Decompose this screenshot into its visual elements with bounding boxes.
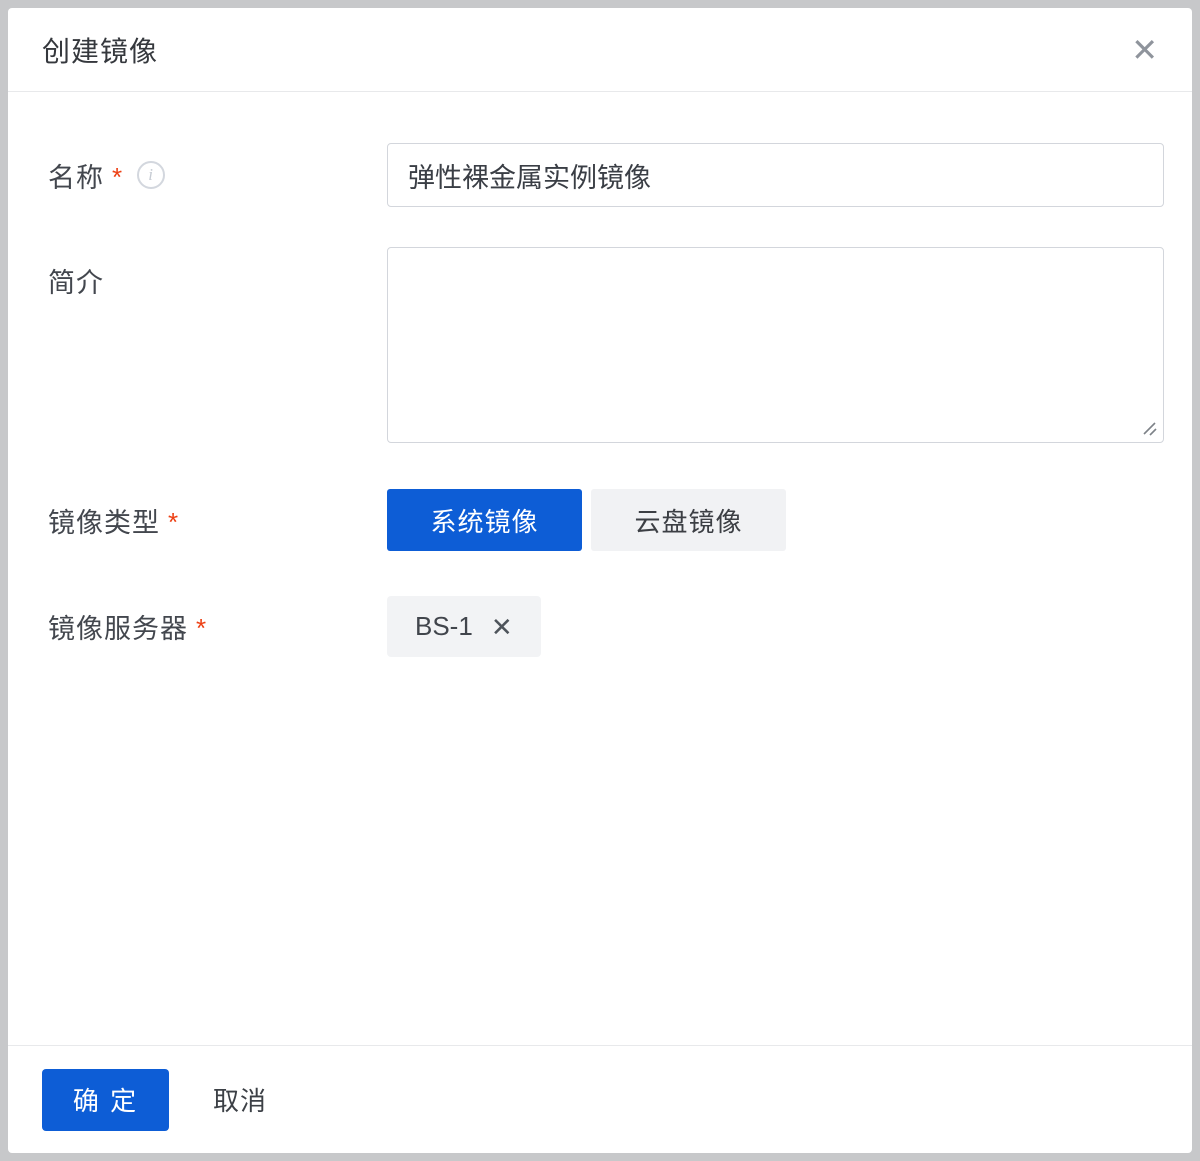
- image-type-label-text: 镜像类型: [48, 501, 160, 540]
- image-server-control: BS-1 ✕: [387, 596, 1164, 657]
- description-control: [387, 247, 1164, 443]
- server-tag-label: BS-1: [415, 611, 473, 642]
- cancel-button[interactable]: 取消: [213, 1081, 267, 1118]
- image-type-label: 镜像类型 *: [42, 489, 387, 551]
- close-icon[interactable]: ✕: [1123, 30, 1166, 70]
- required-asterisk: *: [196, 613, 207, 644]
- form-row-name: 名称 * i: [42, 143, 1164, 207]
- server-tag: BS-1 ✕: [387, 596, 541, 657]
- description-label-text: 简介: [48, 261, 104, 300]
- image-type-control: 系统镜像 云盘镜像: [387, 489, 1164, 551]
- form-row-image-server: 镜像服务器 * BS-1 ✕: [42, 596, 1164, 657]
- name-control: [387, 143, 1164, 207]
- form-row-image-type: 镜像类型 * 系统镜像 云盘镜像: [42, 489, 1164, 551]
- page-background: 创建镜像 ✕ 名称 * i 简介: [0, 0, 1200, 1161]
- dialog-header: 创建镜像 ✕: [8, 8, 1192, 92]
- description-label: 简介: [42, 247, 387, 300]
- confirm-button[interactable]: 确 定: [42, 1069, 169, 1131]
- name-label: 名称 * i: [42, 143, 387, 207]
- image-server-label: 镜像服务器 *: [42, 596, 387, 657]
- image-server-label-text: 镜像服务器: [48, 607, 188, 646]
- image-type-toggle-group: 系统镜像 云盘镜像: [387, 489, 1164, 551]
- info-icon[interactable]: i: [137, 161, 165, 189]
- name-input[interactable]: [387, 143, 1164, 207]
- create-image-dialog: 创建镜像 ✕ 名称 * i 简介: [8, 8, 1192, 1153]
- dialog-title: 创建镜像: [42, 30, 158, 70]
- dialog-body: 名称 * i 简介: [8, 92, 1192, 1045]
- description-textarea[interactable]: [387, 247, 1164, 443]
- dialog-footer: 确 定 取消: [8, 1045, 1192, 1153]
- toggle-cloud-disk-image[interactable]: 云盘镜像: [591, 489, 786, 551]
- form-row-description: 简介: [42, 247, 1164, 443]
- toggle-system-image[interactable]: 系统镜像: [387, 489, 582, 551]
- name-label-text: 名称: [48, 156, 104, 195]
- required-asterisk: *: [112, 162, 123, 193]
- tag-remove-icon[interactable]: ✕: [491, 614, 513, 640]
- required-asterisk: *: [168, 507, 179, 538]
